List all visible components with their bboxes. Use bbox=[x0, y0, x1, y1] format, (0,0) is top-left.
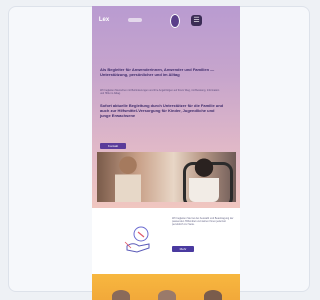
team-section bbox=[92, 274, 240, 300]
hero-photo bbox=[97, 152, 236, 202]
hero-heading: Als Begleiter für Anwenderinnen, Anwende… bbox=[100, 67, 215, 77]
site-logo[interactable]: Lex bbox=[96, 15, 112, 25]
services-text: Wir begleiten Sie bei der Auswahl und Be… bbox=[172, 217, 234, 227]
hero-body: Wir begleiten Menschen mit Behinderungen… bbox=[100, 89, 220, 95]
hero-subheading: Sofort aktuelle Begleitung durch Unterst… bbox=[100, 103, 224, 118]
nav-link[interactable] bbox=[128, 18, 142, 22]
services-section: Wir begleiten Sie bei der Auswahl und Be… bbox=[92, 208, 240, 274]
hand-holding-wrench-illustration bbox=[124, 226, 150, 253]
hero-cta-button[interactable]: Kontakt bbox=[100, 143, 126, 149]
webpage-preview[interactable]: Lex ☰ Als Begleiter für Anwenderinnen, A… bbox=[92, 6, 240, 300]
menu-icon[interactable]: ☰ bbox=[191, 15, 202, 26]
hero-section: Lex ☰ Als Begleiter für Anwenderinnen, A… bbox=[92, 6, 240, 208]
badge-icon bbox=[170, 14, 180, 28]
services-cta-button[interactable]: Mehr bbox=[172, 246, 194, 252]
photo-girl bbox=[189, 158, 219, 202]
team-photo bbox=[100, 290, 232, 300]
photo-man bbox=[115, 156, 141, 202]
